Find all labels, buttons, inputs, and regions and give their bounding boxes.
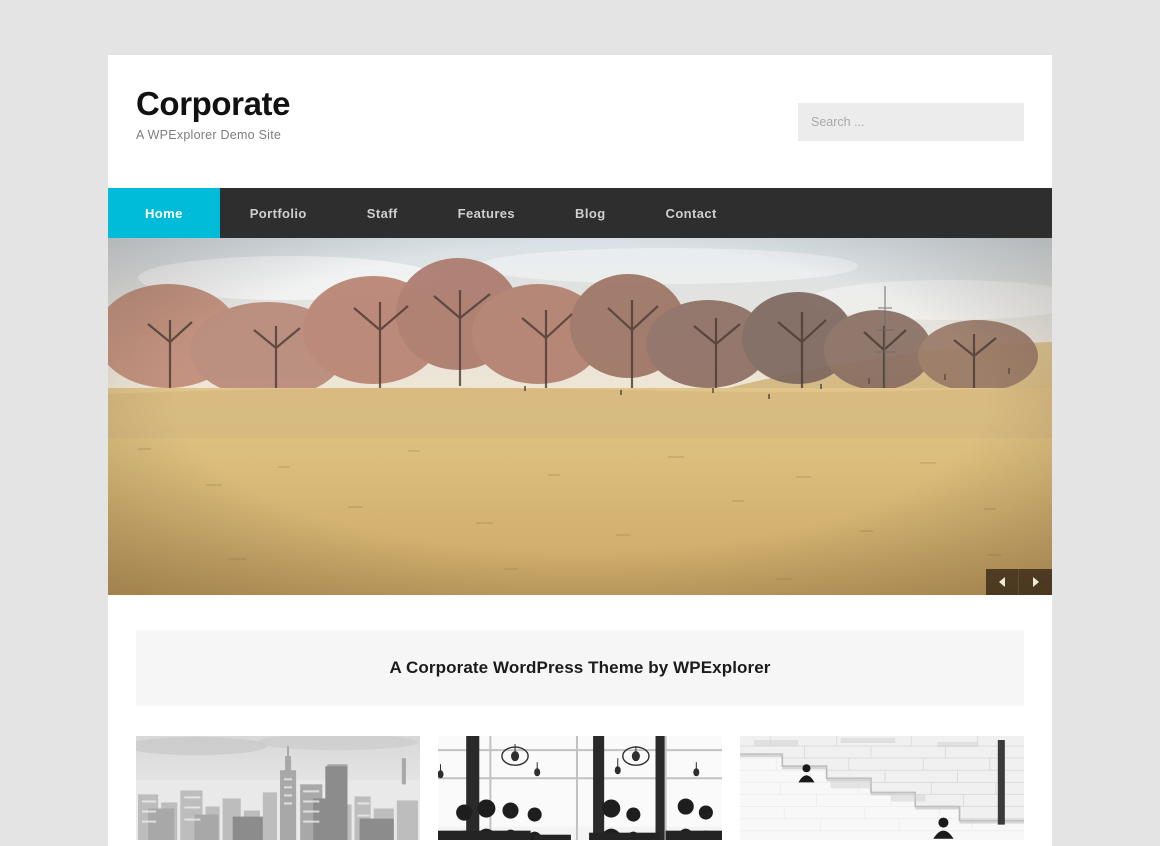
hero-slide-image bbox=[108, 238, 1052, 595]
city-skyline-image bbox=[136, 736, 420, 840]
site-container: Corporate A WPExplorer Demo Site Home Po… bbox=[108, 55, 1052, 846]
slider-prev-button[interactable] bbox=[986, 569, 1019, 595]
nav-item-blog[interactable]: Blog bbox=[545, 188, 635, 238]
nav-item-contact[interactable]: Contact bbox=[636, 188, 747, 238]
main-content: A Corporate WordPress Theme by WPExplore… bbox=[108, 595, 1052, 840]
people-silhouette-image bbox=[438, 736, 722, 840]
feature-card-stairs[interactable] bbox=[740, 736, 1024, 840]
callout-box: A Corporate WordPress Theme by WPExplore… bbox=[136, 630, 1024, 706]
site-tagline: A WPExplorer Demo Site bbox=[136, 127, 282, 142]
nav-item-features[interactable]: Features bbox=[428, 188, 545, 238]
slider-controls[interactable] bbox=[986, 569, 1052, 595]
feature-image-row bbox=[136, 736, 1024, 840]
site-header: Corporate A WPExplorer Demo Site bbox=[108, 55, 1052, 188]
stone-staircase-image bbox=[740, 736, 1024, 840]
main-navigation[interactable]: Home Portfolio Staff Features Blog Conta… bbox=[108, 188, 1052, 238]
nav-item-staff[interactable]: Staff bbox=[337, 188, 428, 238]
branding[interactable]: Corporate A WPExplorer Demo Site bbox=[136, 85, 290, 142]
search-form[interactable] bbox=[798, 103, 1024, 141]
site-title[interactable]: Corporate bbox=[136, 85, 290, 123]
feature-card-people[interactable] bbox=[438, 736, 722, 840]
slider-next-button[interactable] bbox=[1019, 569, 1052, 595]
hero-slider[interactable] bbox=[108, 238, 1052, 595]
nav-item-home[interactable]: Home bbox=[108, 188, 220, 238]
callout-heading: A Corporate WordPress Theme by WPExplore… bbox=[389, 658, 771, 677]
feature-card-city[interactable] bbox=[136, 736, 420, 840]
chevron-left-icon bbox=[999, 577, 1005, 587]
nav-item-portfolio[interactable]: Portfolio bbox=[220, 188, 337, 238]
search-input[interactable] bbox=[798, 103, 1024, 141]
chevron-right-icon bbox=[1032, 577, 1039, 587]
